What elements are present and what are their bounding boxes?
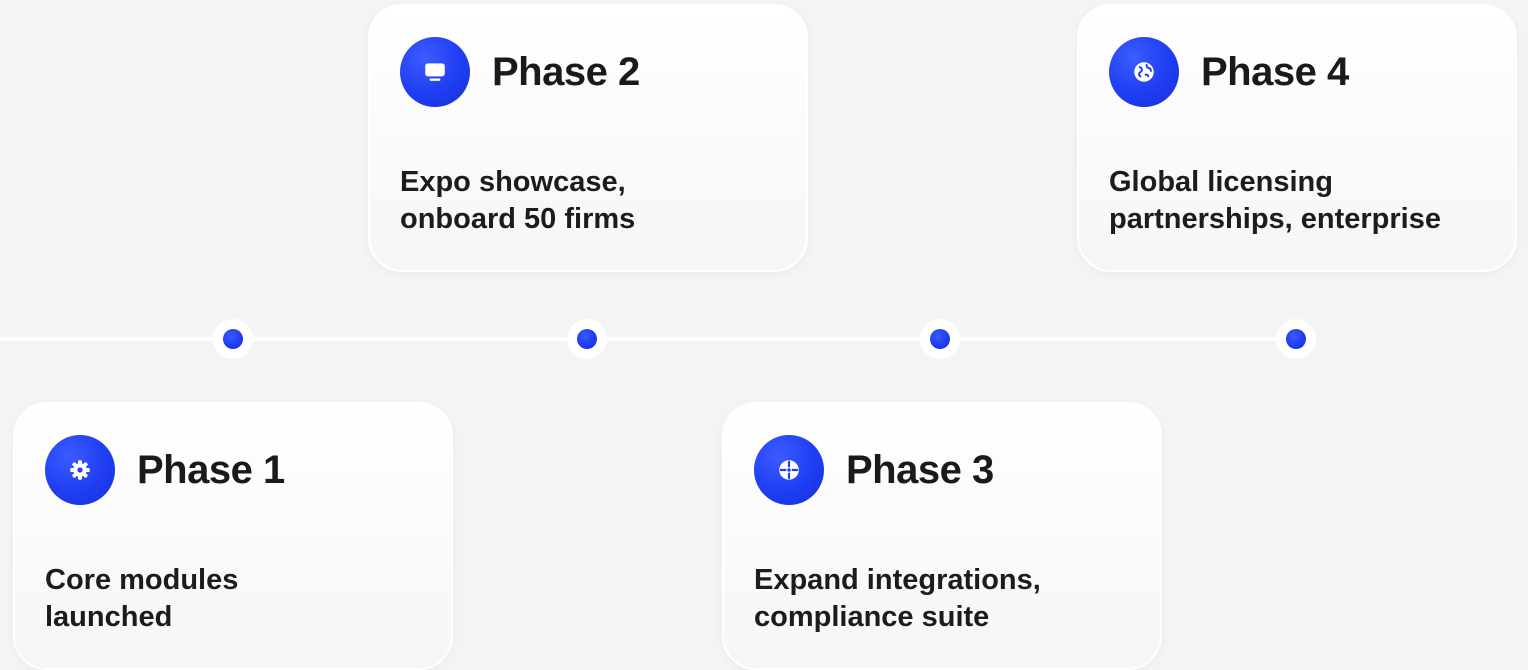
timeline-dot-phase-4 [1276, 319, 1316, 359]
timeline-line [0, 337, 1300, 341]
phase-card-3: Phase 3 Expand integrations, compliance … [722, 402, 1162, 670]
phase-card-4: Phase 4 Global licensing partnerships, e… [1077, 4, 1517, 272]
phase-description: Core modules launched [45, 564, 239, 633]
monitor-icon [400, 37, 470, 107]
globe-icon [1109, 37, 1179, 107]
phase-title: Phase 1 [137, 447, 285, 492]
timeline-dot-phase-2 [567, 319, 607, 359]
timeline-dot-phase-3 [920, 319, 960, 359]
phase-card-2: Phase 2 Expo showcase, onboard 50 firms [368, 4, 808, 272]
timeline-dot-phase-1 [213, 319, 253, 359]
phase-description: Global licensing partnerships, enterpris… [1109, 166, 1441, 235]
gear-icon [45, 435, 115, 505]
phase-title: Phase 4 [1201, 49, 1349, 94]
phase-title: Phase 2 [492, 49, 640, 94]
phase-title: Phase 3 [846, 447, 994, 492]
phase-description: Expand integrations, compliance suite [754, 564, 1041, 633]
phase-description: Expo showcase, onboard 50 firms [400, 166, 636, 235]
puzzle-icon [754, 435, 824, 505]
phase-card-1: Phase 1 Core modules launched [13, 402, 453, 670]
